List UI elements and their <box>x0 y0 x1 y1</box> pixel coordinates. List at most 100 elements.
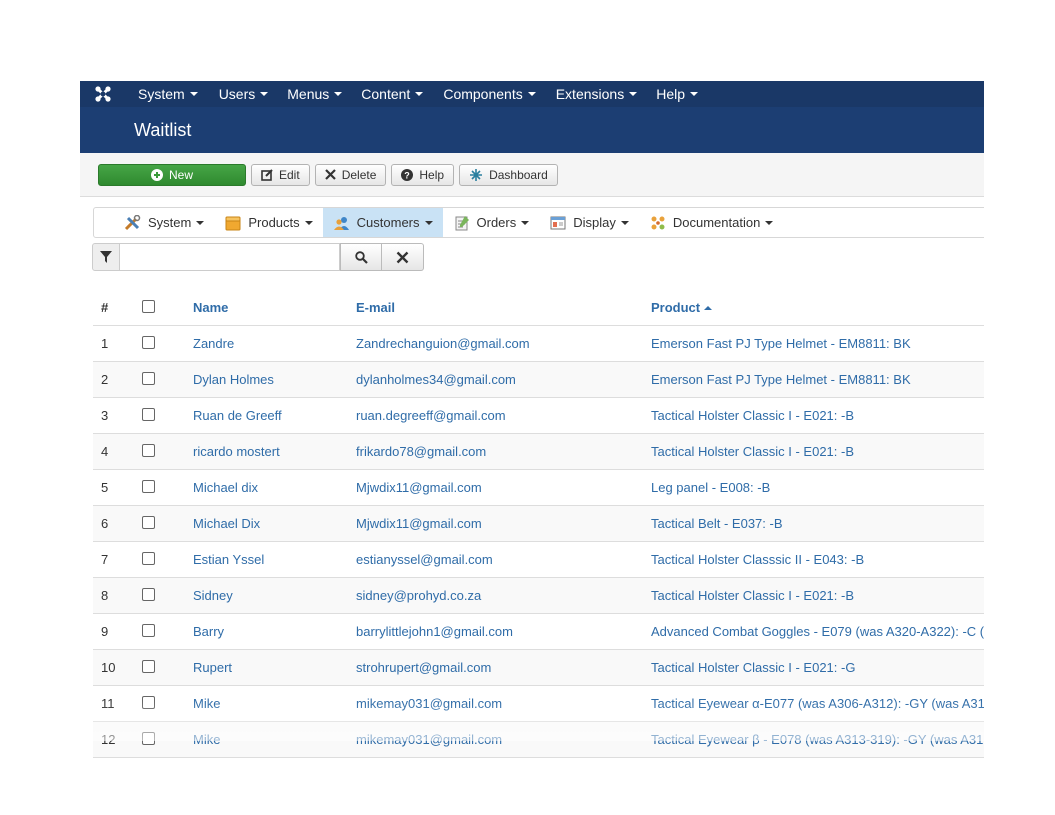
search-input[interactable] <box>120 243 340 271</box>
caret-down-icon <box>415 92 424 96</box>
waitlist-table: # Name E-mail Product 1 Zandre Zandrecha… <box>93 290 984 758</box>
caret-down-icon <box>424 220 433 225</box>
row-email[interactable]: Mjwdix11@gmail.com <box>356 469 651 506</box>
row-name[interactable]: ricardo mostert <box>193 433 356 470</box>
orders-icon <box>455 215 469 230</box>
row-name[interactable]: Ruan de Greeff <box>193 397 356 434</box>
row-name[interactable]: Michael Dix <box>193 505 356 542</box>
new-button[interactable]: New <box>98 163 246 186</box>
toolbar: New Edit Delete ? Help Dashboard <box>80 153 984 197</box>
row-product[interactable]: Tactical Belt - E037: -B <box>651 505 984 542</box>
help-button-label: Help <box>419 167 445 182</box>
table-row: 9 Barry barrylittlejohn1@gmail.com Advan… <box>93 613 984 650</box>
row-checkbox[interactable] <box>142 407 155 421</box>
row-email[interactable]: frikardo78@gmail.com <box>356 433 651 470</box>
submenu-orders[interactable]: Orders <box>443 208 540 237</box>
help-button[interactable]: ? Help <box>391 163 455 186</box>
row-name[interactable]: Michael dix <box>193 469 356 506</box>
row-number: 10 <box>93 649 139 686</box>
column-header-number: # <box>93 290 139 326</box>
row-checkbox[interactable] <box>142 659 155 673</box>
row-name[interactable]: Zandre <box>193 325 356 362</box>
submenu-documentation[interactable]: Documentation <box>639 208 783 237</box>
row-product[interactable]: Tactical Eyewear β - E078 (was A313-319)… <box>651 721 984 758</box>
row-name[interactable]: Mike <box>193 685 356 722</box>
row-checkbox[interactable] <box>142 587 155 601</box>
row-name[interactable]: Dylan Holmes <box>193 361 356 398</box>
row-checkbox[interactable] <box>142 479 155 493</box>
row-product[interactable]: Tactical Eyewear α-E077 (was A306-A312):… <box>651 685 984 722</box>
submenu-customers[interactable]: Customers <box>322 208 443 237</box>
topmenu-extensions[interactable]: Extensions <box>556 86 650 102</box>
row-email[interactable]: Mjwdix11@gmail.com <box>356 505 651 542</box>
submenu-label: Orders <box>476 215 517 230</box>
table-row: 10 Rupert strohrupert@gmail.com Tactical… <box>93 649 984 686</box>
row-email[interactable]: dylanholmes34@gmail.com <box>356 361 651 398</box>
column-header-email[interactable]: E-mail <box>356 290 651 326</box>
filter-toggle-button[interactable] <box>92 243 120 271</box>
row-email[interactable]: Zandrechanguion@gmail.com <box>356 325 651 362</box>
delete-button[interactable]: Delete <box>314 163 387 186</box>
delete-x-icon <box>324 169 336 180</box>
submenu-display[interactable]: Display <box>539 208 639 237</box>
topmenu-menus[interactable]: Menus <box>287 86 355 102</box>
submenu-system[interactable]: System <box>94 208 214 237</box>
table-row: 1 Zandre Zandrechanguion@gmail.com Emers… <box>93 325 984 362</box>
row-product[interactable]: Tactical Holster Classic I - E021: -G <box>651 649 984 686</box>
search-icon <box>354 250 368 264</box>
row-checkbox[interactable] <box>142 731 155 745</box>
row-product[interactable]: Emerson Fast PJ Type Helmet - EM8811: BK <box>651 361 984 398</box>
submenu-label: Display <box>573 215 616 230</box>
submenu-products[interactable]: Products <box>214 208 322 237</box>
topmenu-label: Help <box>656 86 685 102</box>
row-number: 7 <box>93 541 139 578</box>
caret-down-icon <box>620 220 629 225</box>
row-product[interactable]: Emerson Fast PJ Type Helmet - EM8811: BK <box>651 325 984 362</box>
row-select-cell <box>139 325 193 362</box>
row-email[interactable]: estianyssel@gmail.com <box>356 541 651 578</box>
row-product[interactable]: Leg panel - E008: -B <box>651 469 984 506</box>
row-name[interactable]: Mike <box>193 721 356 758</box>
row-name[interactable]: Barry <box>193 613 356 650</box>
topmenu-content[interactable]: Content <box>361 86 436 102</box>
row-name[interactable]: Estian Yssel <box>193 541 356 578</box>
row-product[interactable]: Advanced Combat Goggles - E079 (was A320… <box>651 613 984 650</box>
topmenu-help[interactable]: Help <box>656 86 711 102</box>
joomla-logo-icon[interactable] <box>94 81 122 107</box>
column-header-product[interactable]: Product <box>651 290 984 326</box>
row-email[interactable]: strohrupert@gmail.com <box>356 649 651 686</box>
row-email[interactable]: mikemay031@gmail.com <box>356 721 651 758</box>
row-product[interactable]: Tactical Holster Classsic II - E043: -B <box>651 541 984 578</box>
top-menu-bar: System Users Menus Content Components Ex… <box>80 81 984 107</box>
row-checkbox[interactable] <box>142 443 155 457</box>
row-email[interactable]: barrylittlejohn1@gmail.com <box>356 613 651 650</box>
topmenu-components[interactable]: Components <box>443 86 548 102</box>
row-checkbox[interactable] <box>142 695 155 709</box>
row-checkbox[interactable] <box>142 335 155 349</box>
column-header-label: Name <box>193 300 229 315</box>
row-product[interactable]: Tactical Holster Classic I - E021: -B <box>651 397 984 434</box>
row-checkbox[interactable] <box>142 371 155 385</box>
row-email[interactable]: sidney@prohyd.co.za <box>356 577 651 614</box>
row-checkbox[interactable] <box>142 623 155 637</box>
row-email[interactable]: mikemay031@gmail.com <box>356 685 651 722</box>
select-all-checkbox[interactable] <box>142 299 155 313</box>
column-header-name[interactable]: Name <box>193 290 356 326</box>
row-email[interactable]: ruan.degreeff@gmail.com <box>356 397 651 434</box>
search-button[interactable] <box>340 243 382 271</box>
row-product[interactable]: Tactical Holster Classic I - E021: -B <box>651 577 984 614</box>
row-product[interactable]: Tactical Holster Classic I - E021: -B <box>651 433 984 470</box>
row-name[interactable]: Sidney <box>193 577 356 614</box>
topmenu-users[interactable]: Users <box>219 86 282 102</box>
row-checkbox[interactable] <box>142 515 155 529</box>
caret-down-icon <box>629 92 638 96</box>
row-select-cell <box>139 613 193 650</box>
row-number: 6 <box>93 505 139 542</box>
dashboard-button[interactable]: Dashboard <box>459 163 558 186</box>
row-name[interactable]: Rupert <box>193 649 356 686</box>
row-checkbox[interactable] <box>142 551 155 565</box>
edit-button[interactable]: Edit <box>251 163 310 186</box>
row-select-cell <box>139 397 193 434</box>
clear-search-button[interactable] <box>382 243 424 271</box>
topmenu-system[interactable]: System <box>138 86 211 102</box>
